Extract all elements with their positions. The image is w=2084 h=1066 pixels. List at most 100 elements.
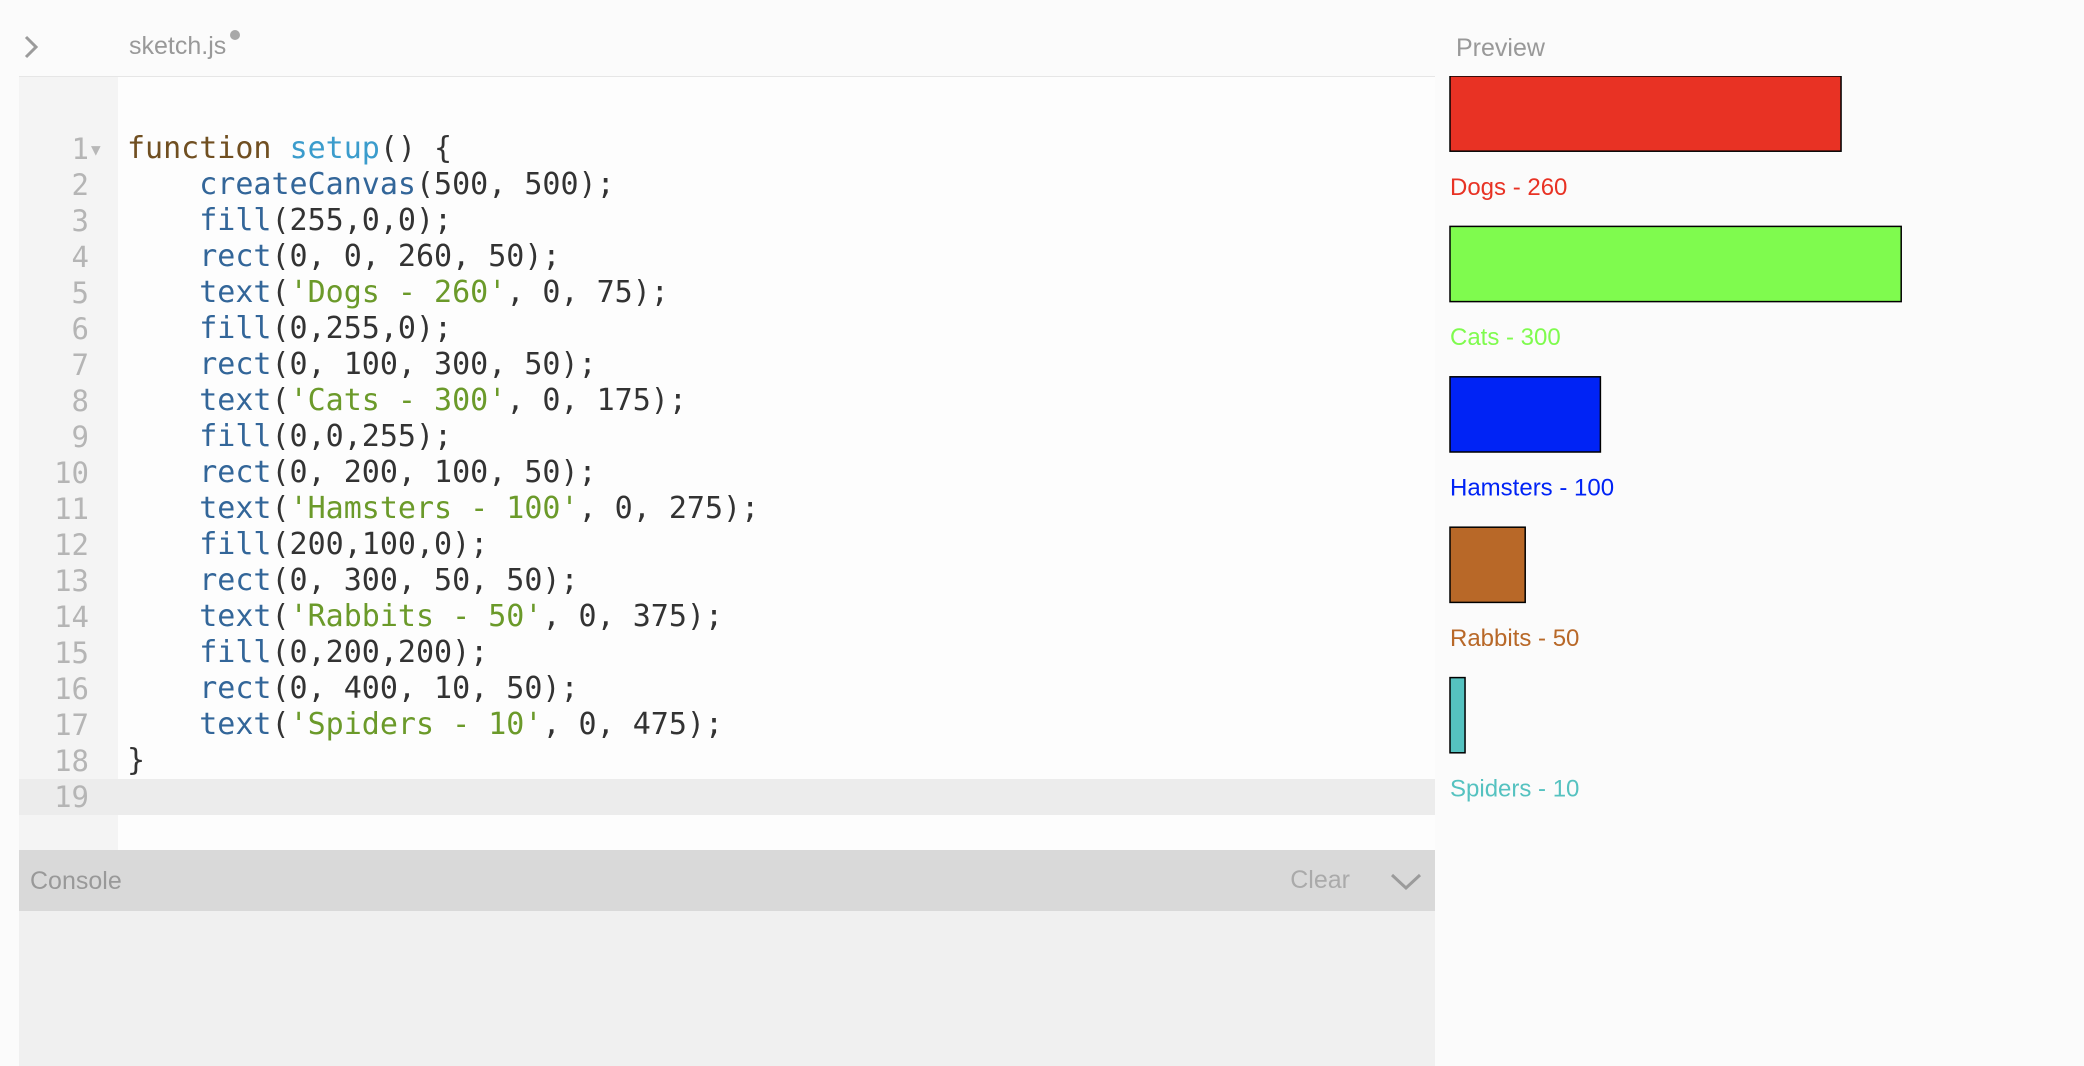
- code-token: (0, 100, 300, 50);: [271, 347, 597, 382]
- code-token: rect: [199, 239, 272, 274]
- code-token: }: [127, 743, 146, 778]
- code-text: rect(0, 0, 260, 50);: [118, 239, 560, 274]
- line-number: 10: [54, 456, 89, 490]
- code-line[interactable]: 11 text('Hamsters - 100', 0, 275);: [54, 491, 1435, 527]
- code-line[interactable]: 2 createCanvas(500, 500);: [72, 167, 1435, 203]
- code-token: rect: [199, 347, 272, 382]
- code-text: function setup() {: [118, 131, 452, 166]
- code-line[interactable]: 7 rect(0, 100, 300, 50);: [72, 347, 1435, 383]
- code-editor[interactable]: 1 ▼ function setup() {2 createCanvas(500, …: [19, 76, 1435, 851]
- code-line[interactable]: 4 rect(0, 0, 260, 50);: [72, 239, 1435, 275]
- chevron-down-icon[interactable]: [1389, 868, 1423, 894]
- code-line[interactable]: 3 fill(255,0,0);: [72, 203, 1435, 239]
- code-token: 'Dogs - 260': [289, 275, 507, 310]
- code-line[interactable]: 18}: [54, 743, 1435, 779]
- line-number: 6: [71, 312, 89, 346]
- code-text: fill(255,0,0);: [118, 203, 452, 238]
- code-token: text: [199, 275, 272, 310]
- code-token: function: [127, 131, 290, 166]
- code-token: (255,0,0);: [271, 203, 453, 238]
- console-header: Console Clear: [19, 850, 1435, 911]
- code-line[interactable]: 16 rect(0, 400, 10, 50);: [54, 671, 1435, 707]
- code-token: (0,200,200);: [271, 635, 489, 670]
- bar-label: Dogs - 260: [1450, 174, 1567, 201]
- code-token: , 0, 175);: [506, 383, 687, 418]
- code-line[interactable]: 1 ▼ function setup() {: [72, 131, 1435, 167]
- console-clear-button[interactable]: Clear: [1290, 866, 1350, 895]
- code-line[interactable]: 15 fill(0,200,200);: [54, 635, 1435, 671]
- code-token: () {: [379, 131, 453, 166]
- line-number: 12: [54, 528, 89, 562]
- code-token: text: [199, 383, 272, 418]
- bar-label: Cats - 300: [1450, 324, 1561, 351]
- code-text: text('Dogs - 260', 0, 75);: [118, 275, 669, 310]
- code-token: 'Cats - 300': [289, 383, 507, 418]
- code-token: 'Hamsters - 100': [289, 491, 579, 526]
- bar-label: Rabbits - 50: [1450, 625, 1579, 652]
- code-text: rect(0, 100, 300, 50);: [118, 347, 597, 382]
- console-title: Console: [30, 867, 122, 895]
- code-token: fill: [199, 635, 272, 670]
- code-token: (: [271, 707, 290, 742]
- bar: [1449, 76, 1842, 152]
- code-line[interactable]: 9 fill(0,0,255);: [72, 419, 1435, 455]
- code-line[interactable]: 13 rect(0, 300, 50, 50);: [54, 563, 1435, 599]
- code-text: fill(200,100,0);: [118, 527, 488, 562]
- code-line[interactable]: 12 fill(200,100,0);: [54, 527, 1435, 563]
- console-panel: Console Clear: [19, 850, 1435, 1066]
- code-token: 'Spiders - 10': [289, 707, 543, 742]
- code-token: fill: [199, 311, 272, 346]
- p5-editor: sketch.js Preview 1 ▼ function setup() {2 …: [0, 0, 2084, 1066]
- line-number: 16: [54, 672, 89, 706]
- code-text: fill(0,255,0);: [118, 311, 452, 346]
- code-line[interactable]: 10 rect(0, 200, 100, 50);: [54, 455, 1435, 491]
- code-line[interactable]: 6 fill(0,255,0);: [72, 311, 1435, 347]
- code-line[interactable]: 8 text('Cats - 300', 0, 175);: [72, 383, 1435, 419]
- code-text: fill(0,200,200);: [118, 635, 488, 670]
- line-number: 1: [71, 132, 89, 166]
- code-line[interactable]: 14 text('Rabbits - 50', 0, 375);: [54, 599, 1435, 635]
- code-line[interactable]: 19: [19, 779, 1435, 815]
- line-number: 7: [71, 348, 89, 382]
- code-token: createCanvas: [199, 167, 416, 202]
- line-number: 13: [54, 564, 89, 598]
- code-token: text: [199, 599, 272, 634]
- code-line[interactable]: 5 text('Dogs - 260', 0, 75);: [72, 275, 1435, 311]
- chevron-right-icon[interactable]: [18, 34, 44, 60]
- line-number: 19: [54, 780, 89, 814]
- code-token: (0, 400, 10, 50);: [271, 671, 579, 706]
- code-line[interactable]: 17 text('Spiders - 10', 0, 475);: [54, 707, 1435, 743]
- file-tab[interactable]: sketch.js: [129, 30, 241, 61]
- code-area[interactable]: 1 ▼ function setup() {2 createCanvas(500, …: [19, 131, 1435, 815]
- code-token: rect: [199, 455, 272, 490]
- code-token: fill: [199, 419, 272, 454]
- code-token: 'Rabbits - 50': [289, 599, 543, 634]
- code-token: (0, 200, 100, 50);: [271, 455, 597, 490]
- code-text: text('Spiders - 10', 0, 475);: [118, 707, 723, 742]
- line-number: 18: [54, 744, 89, 778]
- code-token: fill: [199, 527, 272, 562]
- file-name: sketch.js: [129, 32, 227, 60]
- line-number: 3: [71, 204, 89, 238]
- preview-canvas: Dogs - 260 Cats - 300 Hamsters - 100 Rabbit…: [1438, 76, 2084, 1066]
- line-number: 2: [71, 168, 89, 202]
- code-token: (500, 500);: [416, 167, 615, 202]
- fold-triangle-icon[interactable]: ▼: [91, 132, 101, 168]
- bar: [1449, 376, 1602, 453]
- code-token: text: [199, 707, 272, 742]
- line-number: 9: [71, 420, 89, 454]
- bar-label: Hamsters - 100: [1450, 475, 1614, 502]
- code-token: (0,0,255);: [271, 419, 453, 454]
